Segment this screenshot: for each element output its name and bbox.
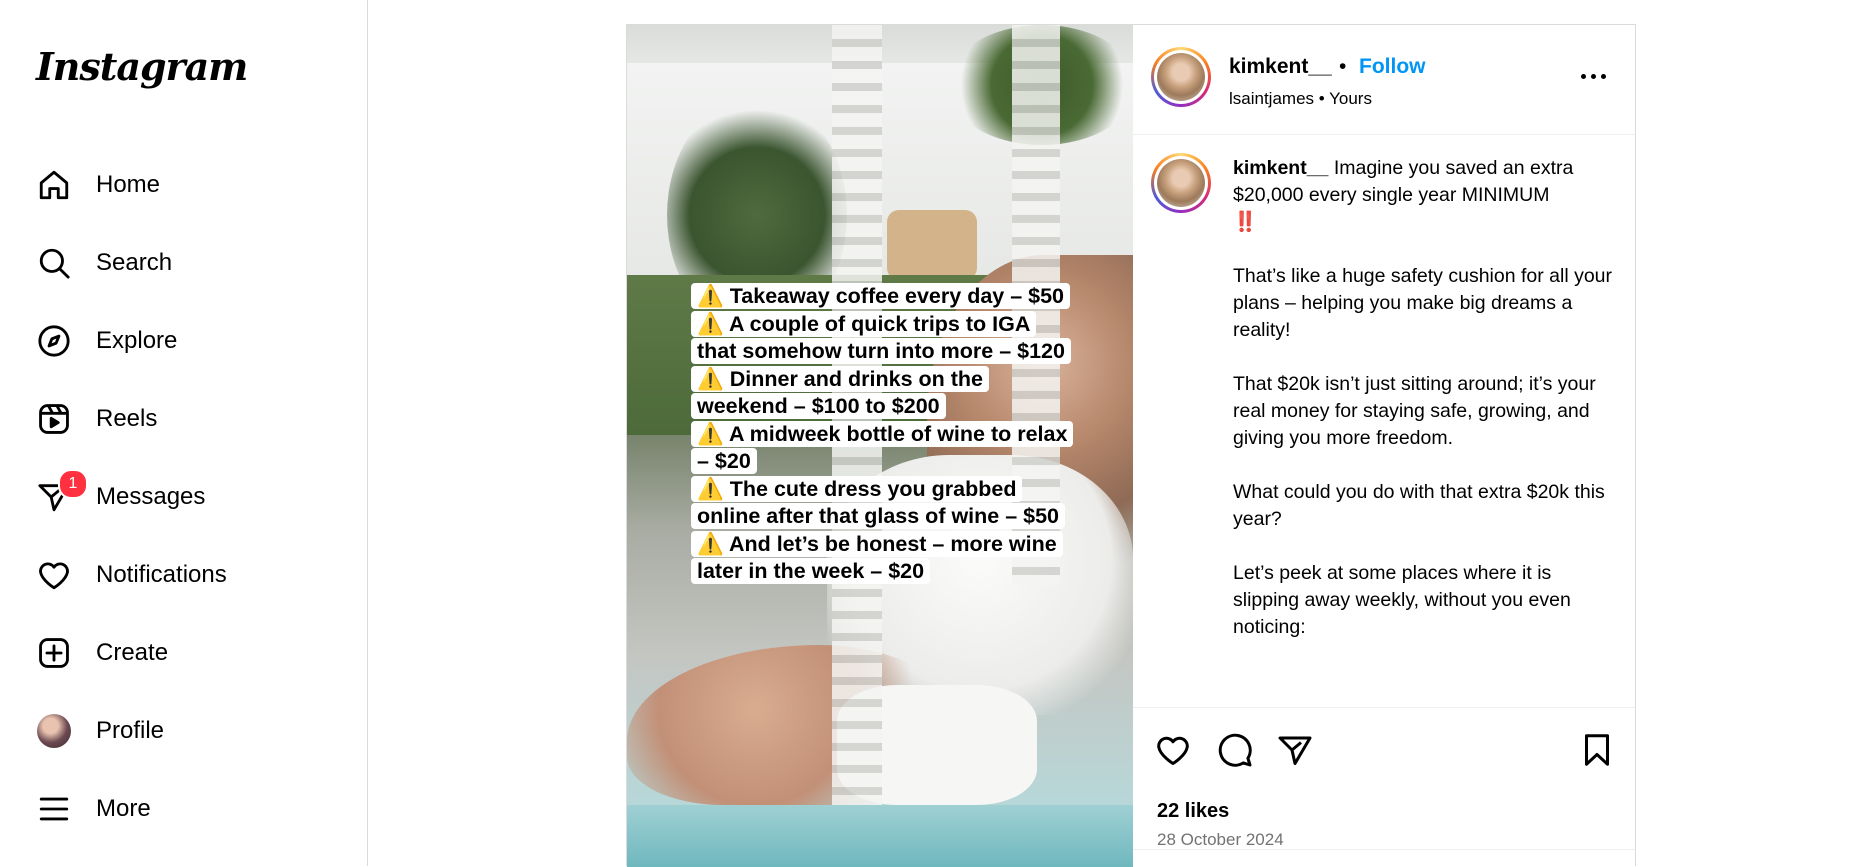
follow-button[interactable]: Follow bbox=[1359, 55, 1426, 79]
sidebar-item-home[interactable]: Home bbox=[24, 146, 354, 224]
hamburger-menu-icon bbox=[36, 791, 72, 827]
reels-icon bbox=[36, 401, 72, 437]
sidebar-label-profile: Profile bbox=[96, 717, 165, 744]
caption-username[interactable]: kimkent__ bbox=[1233, 157, 1328, 179]
sidebar-item-messages[interactable]: 1 Messages bbox=[24, 458, 354, 536]
overlay-line: ⚠️ And let’s be honest – more wine later… bbox=[691, 530, 1063, 584]
post-side-panel: kimkent__ • Follow lsaintjames • Yours k… bbox=[1133, 25, 1635, 867]
comments-scroll-area[interactable]: kimkent__ Imagine you saved an extra $20… bbox=[1133, 135, 1635, 707]
compass-icon bbox=[36, 323, 72, 359]
instagram-logo[interactable]: Instagram bbox=[36, 44, 248, 89]
caption-paragraph: That’s like a huge safety cushion for al… bbox=[1233, 265, 1613, 341]
sidebar-item-search[interactable]: Search bbox=[24, 224, 354, 302]
nav-menu: Home Search Explore Reels 1 Messages Not… bbox=[24, 146, 354, 848]
caption-paragraph: Let’s peek at some places where it is sl… bbox=[1233, 562, 1571, 638]
media-pool bbox=[627, 805, 1133, 867]
overlay-line: ⚠️ Takeaway coffee every day – $50 bbox=[691, 283, 1071, 309]
post-media[interactable]: ⚠️ Takeaway coffee every day – $50 ⚠️ A … bbox=[627, 25, 1133, 867]
sidebar-label-home: Home bbox=[96, 171, 161, 198]
share-send-icon[interactable] bbox=[1277, 732, 1317, 772]
sidebar-label-reels: Reels bbox=[96, 405, 158, 432]
overlay-line: ⚠️ Dinner and drinks on the weekend – $1… bbox=[691, 365, 989, 419]
video-text-overlay: ⚠️ Takeaway coffee every day – $50 ⚠️ A … bbox=[691, 283, 1074, 586]
avatar bbox=[1157, 159, 1205, 207]
audio-attribution[interactable]: lsaintjames • Yours bbox=[1229, 89, 1372, 109]
search-icon bbox=[36, 245, 72, 281]
caption-paragraph: That $20k isn’t just sitting around; it’… bbox=[1233, 373, 1596, 449]
profile-avatar bbox=[36, 713, 72, 749]
sidebar-label-notifications: Notifications bbox=[96, 561, 227, 588]
overlay-line: ⚠️ The cute dress you grabbed online aft… bbox=[691, 475, 1066, 529]
sidebar-label-explore: Explore bbox=[96, 327, 178, 354]
caption-paragraph: What could you do with that extra $20k t… bbox=[1233, 481, 1605, 530]
author-username[interactable]: kimkent__ bbox=[1229, 55, 1332, 79]
post-date[interactable]: 28 October 2024 bbox=[1157, 830, 1284, 850]
media-cushion bbox=[887, 210, 977, 280]
double-exclamation-emoji: ‼️ bbox=[1233, 211, 1258, 233]
sidebar: Instagram Home Search Explore Reels 1 Me… bbox=[0, 0, 368, 866]
sidebar-item-explore[interactable]: Explore bbox=[24, 302, 354, 380]
sidebar-label-create: Create bbox=[96, 639, 169, 666]
separator-dot: • bbox=[1339, 55, 1347, 78]
messages-badge: 1 bbox=[58, 469, 88, 499]
save-bookmark-icon[interactable] bbox=[1579, 732, 1619, 772]
sidebar-label-more: More bbox=[96, 795, 151, 822]
post-caption: kimkent__ Imagine you saved an extra $20… bbox=[1233, 155, 1613, 668]
sidebar-label-search: Search bbox=[96, 249, 173, 276]
create-plus-icon bbox=[36, 635, 72, 671]
sidebar-item-more[interactable]: More bbox=[24, 770, 354, 848]
messenger-send-icon: 1 bbox=[36, 469, 88, 515]
avatar bbox=[1157, 53, 1205, 101]
overlay-line: ⚠️ A midweek bottle of wine to relax – $… bbox=[691, 420, 1074, 474]
post-actions: 22 likes 28 October 2024 bbox=[1133, 707, 1635, 867]
sidebar-item-reels[interactable]: Reels bbox=[24, 380, 354, 458]
sidebar-item-create[interactable]: Create bbox=[24, 614, 354, 692]
heart-icon bbox=[36, 557, 72, 593]
sidebar-item-notifications[interactable]: Notifications bbox=[24, 536, 354, 614]
caption-avatar-story-ring[interactable] bbox=[1151, 153, 1211, 213]
like-heart-icon[interactable] bbox=[1155, 732, 1195, 772]
avatar bbox=[37, 714, 71, 748]
home-icon bbox=[36, 167, 72, 203]
post-header: kimkent__ • Follow lsaintjames • Yours bbox=[1133, 25, 1635, 135]
comment-bubble-icon[interactable] bbox=[1217, 732, 1257, 772]
sidebar-label-messages: Messages bbox=[96, 483, 206, 510]
post-card: ⚠️ Takeaway coffee every day – $50 ⚠️ A … bbox=[626, 24, 1636, 867]
more-options-icon[interactable] bbox=[1573, 61, 1613, 91]
divider bbox=[1133, 849, 1635, 850]
overlay-line: ⚠️ A couple of quick trips to IGA that s… bbox=[691, 310, 1071, 364]
likes-count[interactable]: 22 likes bbox=[1157, 800, 1229, 823]
author-avatar-story-ring[interactable] bbox=[1151, 47, 1211, 107]
sidebar-item-profile[interactable]: Profile bbox=[24, 692, 354, 770]
